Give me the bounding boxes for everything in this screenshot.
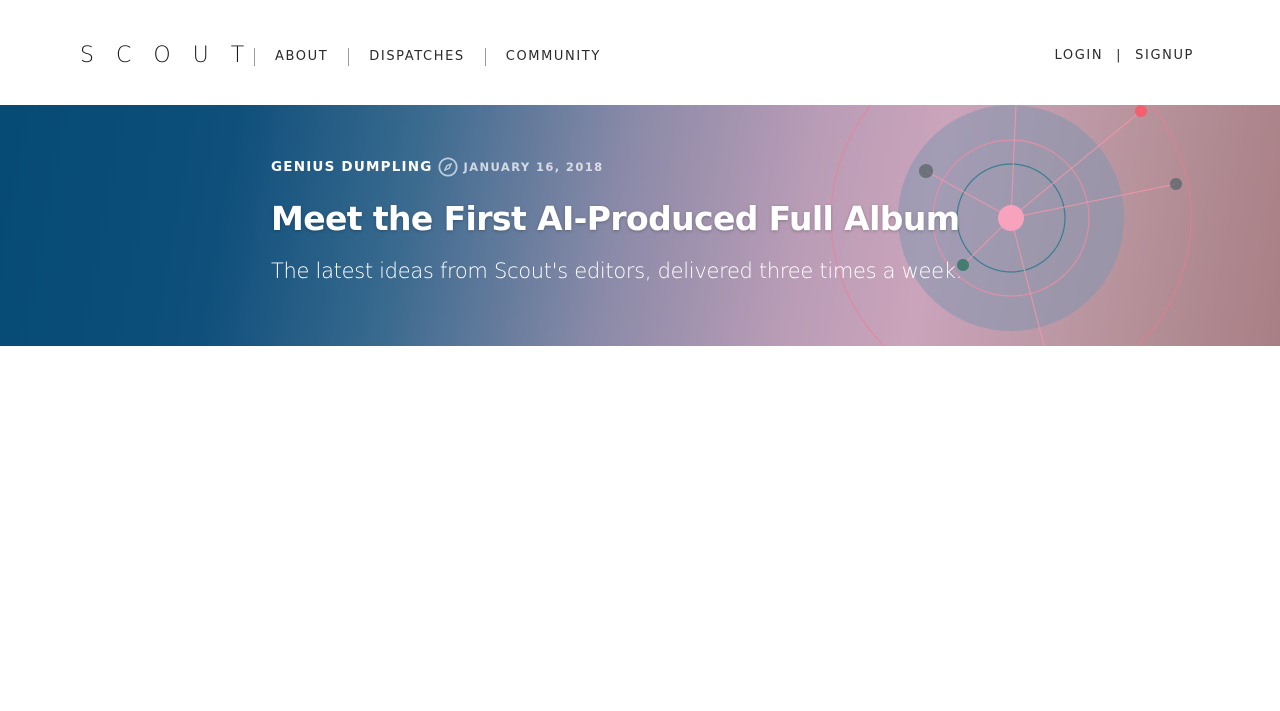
article-date: JANUARY 16, 2018 bbox=[463, 160, 604, 174]
article-subtitle: The latest ideas from Scout's editors, d… bbox=[271, 259, 962, 283]
hero-banner[interactable]: GENIUS DUMPLING JANUARY 16, 2018 Meet th… bbox=[0, 105, 1280, 346]
nav-link-about[interactable]: ABOUT bbox=[255, 48, 348, 66]
site-header: SCOUT ABOUT DISPATCHES COMMUNITY LOGIN |… bbox=[0, 0, 1280, 105]
auth-links: LOGIN | SIGNUP bbox=[1055, 47, 1194, 65]
compass-icon bbox=[438, 157, 458, 177]
article-author[interactable]: GENIUS DUMPLING bbox=[271, 159, 433, 175]
nav-link-community[interactable]: COMMUNITY bbox=[486, 48, 621, 66]
auth-divider: | bbox=[1116, 48, 1123, 63]
main-nav: ABOUT DISPATCHES COMMUNITY bbox=[254, 47, 621, 67]
nav-link-dispatches[interactable]: DISPATCHES bbox=[349, 48, 485, 66]
site-logo[interactable]: SCOUT bbox=[80, 44, 266, 68]
signup-link[interactable]: SIGNUP bbox=[1135, 47, 1194, 65]
article-title[interactable]: Meet the First AI-Produced Full Album bbox=[271, 197, 960, 241]
login-link[interactable]: LOGIN bbox=[1055, 47, 1104, 65]
article-meta: GENIUS DUMPLING JANUARY 16, 2018 bbox=[271, 157, 604, 177]
